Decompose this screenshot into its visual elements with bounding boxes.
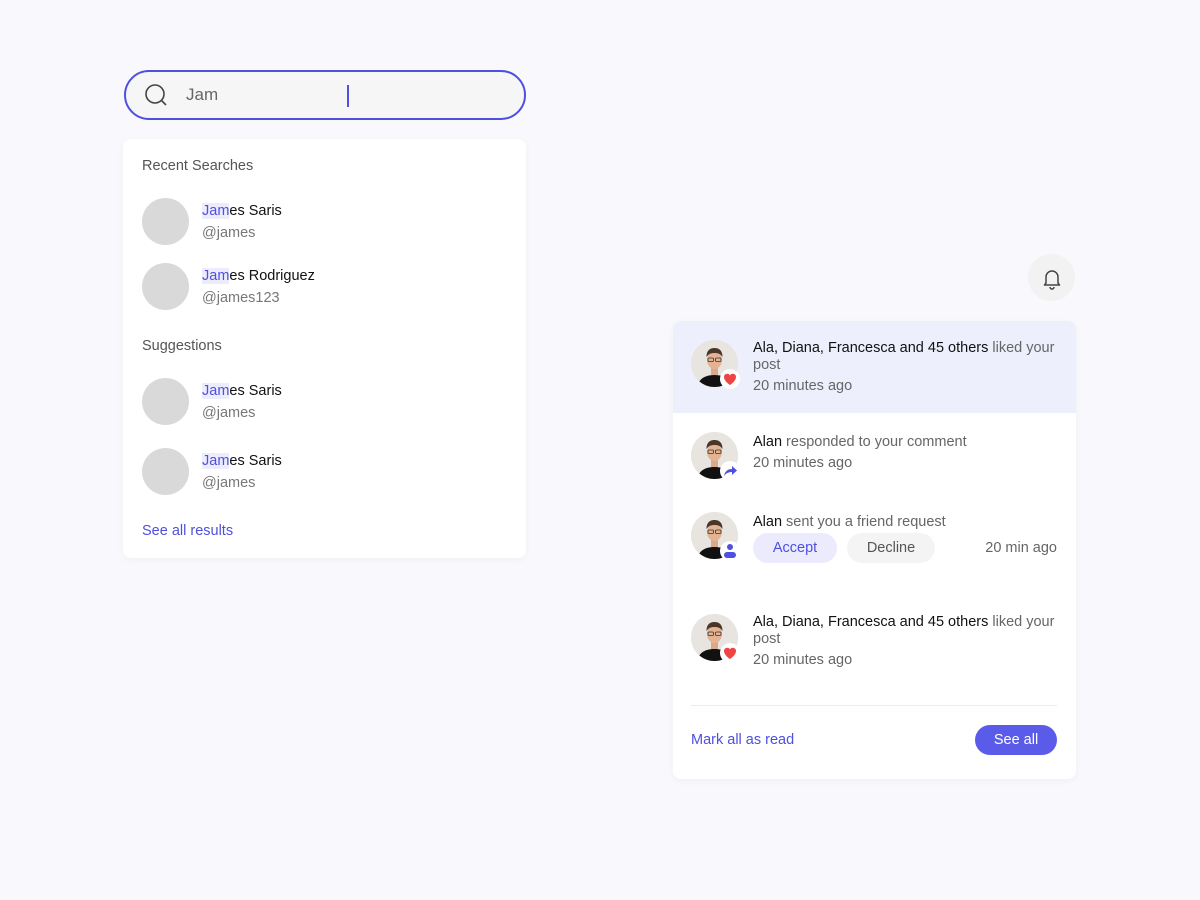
result-handle: @james (202, 224, 256, 241)
avatar (142, 378, 189, 425)
match-highlight: Jam (202, 202, 230, 219)
recent-searches-heading: Recent Searches (142, 158, 254, 174)
avatar (691, 614, 740, 663)
result-name: es Saris (229, 382, 282, 399)
suggestion-result[interactable]: James Saris @james (142, 378, 282, 425)
notification-actor: Alan (753, 434, 783, 450)
notification-actor: Ala, Diana, Francesca and 45 others (753, 340, 989, 356)
divider (691, 705, 1057, 706)
reply-icon (720, 461, 740, 481)
notification-time: 20 min ago (985, 540, 1057, 556)
search-input[interactable] (186, 85, 486, 105)
notification-time: 20 minutes ago (753, 455, 853, 471)
avatar (142, 263, 189, 310)
match-highlight: Jam (202, 267, 230, 284)
match-highlight: Jam (202, 452, 230, 469)
result-name: es Rodriguez (229, 267, 315, 284)
result-handle: @james (202, 404, 256, 421)
notification-time: 20 minutes ago (753, 378, 853, 394)
notifications-bell-button[interactable] (1028, 254, 1075, 301)
search-field[interactable] (124, 70, 526, 120)
notification-item[interactable]: Alan responded to your comment 20 minutes… (673, 413, 1076, 493)
avatar (142, 448, 189, 495)
avatar (691, 340, 740, 389)
heart-icon (720, 643, 740, 663)
accept-button[interactable]: Accept (753, 533, 837, 563)
text-cursor (347, 85, 349, 107)
notification-text: sent you a friend request (782, 514, 946, 530)
search-results-dropdown: Recent Searches James Saris @james James … (123, 139, 526, 558)
result-name: es Saris (229, 452, 282, 469)
notification-item[interactable]: Alan sent you a friend request Accept Decl… (673, 493, 1076, 591)
avatar (691, 432, 740, 481)
mark-all-read-link[interactable]: Mark all as read (691, 732, 794, 748)
suggestions-heading: Suggestions (142, 338, 222, 354)
result-name: es Saris (229, 202, 282, 219)
notification-item[interactable]: Ala, Diana, Francesca and 45 others like… (673, 321, 1076, 413)
recent-result[interactable]: James Saris @james (142, 198, 282, 245)
notification-actor: Alan (753, 514, 783, 530)
see-all-results-link[interactable]: See all results (142, 523, 233, 539)
avatar (691, 512, 740, 561)
bell-icon (1043, 269, 1060, 290)
notification-time: 20 minutes ago (753, 652, 853, 668)
result-handle: @james123 (202, 289, 280, 306)
decline-button[interactable]: Decline (847, 533, 935, 563)
notification-actor: Ala, Diana, Francesca and 45 others (753, 614, 989, 630)
notification-text: responded to your comment (782, 434, 967, 450)
result-handle: @james (202, 474, 256, 491)
suggestion-result[interactable]: James Saris @james (142, 448, 282, 495)
notifications-panel: Ala, Diana, Francesca and 45 others like… (673, 321, 1076, 779)
heart-icon (720, 369, 740, 389)
avatar (142, 198, 189, 245)
see-all-button[interactable]: See all (975, 725, 1057, 755)
match-highlight: Jam (202, 382, 230, 399)
search-icon (145, 84, 167, 106)
notification-item[interactable]: Ala, Diana, Francesca and 45 others like… (673, 591, 1076, 671)
user-add-icon (720, 541, 740, 561)
recent-result[interactable]: James Rodriguez @james123 (142, 263, 315, 310)
